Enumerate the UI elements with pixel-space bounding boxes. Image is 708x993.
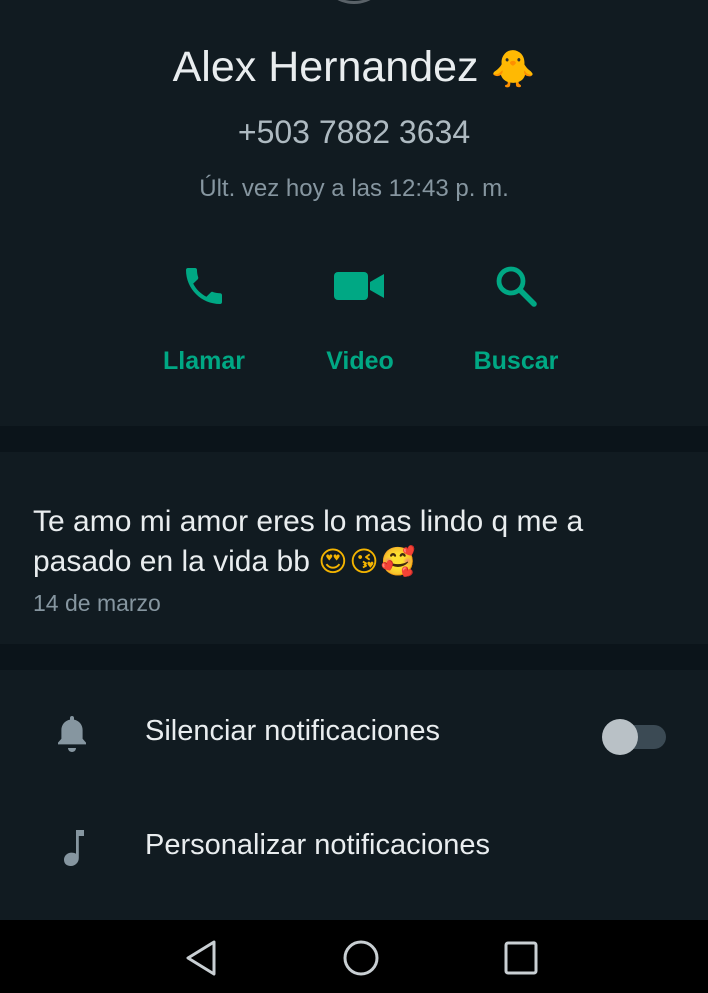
toggle-knob [602, 719, 638, 755]
video-camera-icon [332, 262, 388, 315]
about-date: 14 de marzo [33, 590, 161, 616]
about-emojis: 😍😘🥰 [318, 545, 418, 578]
music-note-icon [52, 826, 92, 875]
contact-name-row: Alex Hernandez 🐥 [0, 40, 708, 97]
avatar[interactable] [322, 0, 386, 4]
search-button[interactable]: Buscar [436, 258, 596, 388]
bell-icon [52, 712, 92, 761]
section-divider [0, 426, 708, 452]
search-label: Buscar [473, 347, 559, 375]
action-buttons: Llamar Video Buscar [0, 258, 708, 388]
contact-info-screen: Alex Hernandez 🐥 +503 7882 3634 Últ. vez … [0, 0, 708, 993]
call-label: Llamar [163, 347, 245, 375]
phone-icon [180, 262, 228, 315]
about-text: Te amo mi amor eres lo mas lindo q me a … [33, 502, 673, 582]
contact-phone[interactable]: +503 7882 3634 [0, 112, 708, 152]
system-navigation-bar [0, 920, 708, 993]
call-button[interactable]: Llamar [124, 258, 284, 388]
last-seen-status: Últ. vez hoy a las 12:43 p. m. [199, 175, 509, 202]
mute-notifications-toggle[interactable] [600, 719, 668, 755]
video-label: Video [326, 347, 394, 375]
custom-notifications-label: Personalizar notificaciones [145, 829, 490, 861]
contact-name: Alex Hernandez [172, 43, 479, 91]
section-divider [0, 644, 708, 670]
notification-settings: Silenciar notificaciones Personalizar no… [0, 670, 708, 920]
video-button[interactable]: Video [280, 258, 440, 388]
custom-notifications-row[interactable]: Personalizar notificaciones [0, 790, 708, 900]
chick-emoji: 🐥 [490, 49, 536, 90]
mute-notifications-label: Silenciar notificaciones [145, 715, 440, 747]
recents-square-icon[interactable] [499, 936, 543, 980]
mute-notifications-row[interactable]: Silenciar notificaciones [0, 676, 708, 786]
search-icon [492, 262, 540, 315]
about-section[interactable]: Te amo mi amor eres lo mas lindo q me a … [0, 452, 708, 644]
profile-header: Alex Hernandez 🐥 +503 7882 3634 Últ. vez … [0, 0, 708, 426]
home-circle-icon[interactable] [339, 936, 383, 980]
about-message: Te amo mi amor eres lo mas lindo q me a … [33, 505, 584, 578]
back-triangle-icon[interactable] [180, 936, 224, 980]
